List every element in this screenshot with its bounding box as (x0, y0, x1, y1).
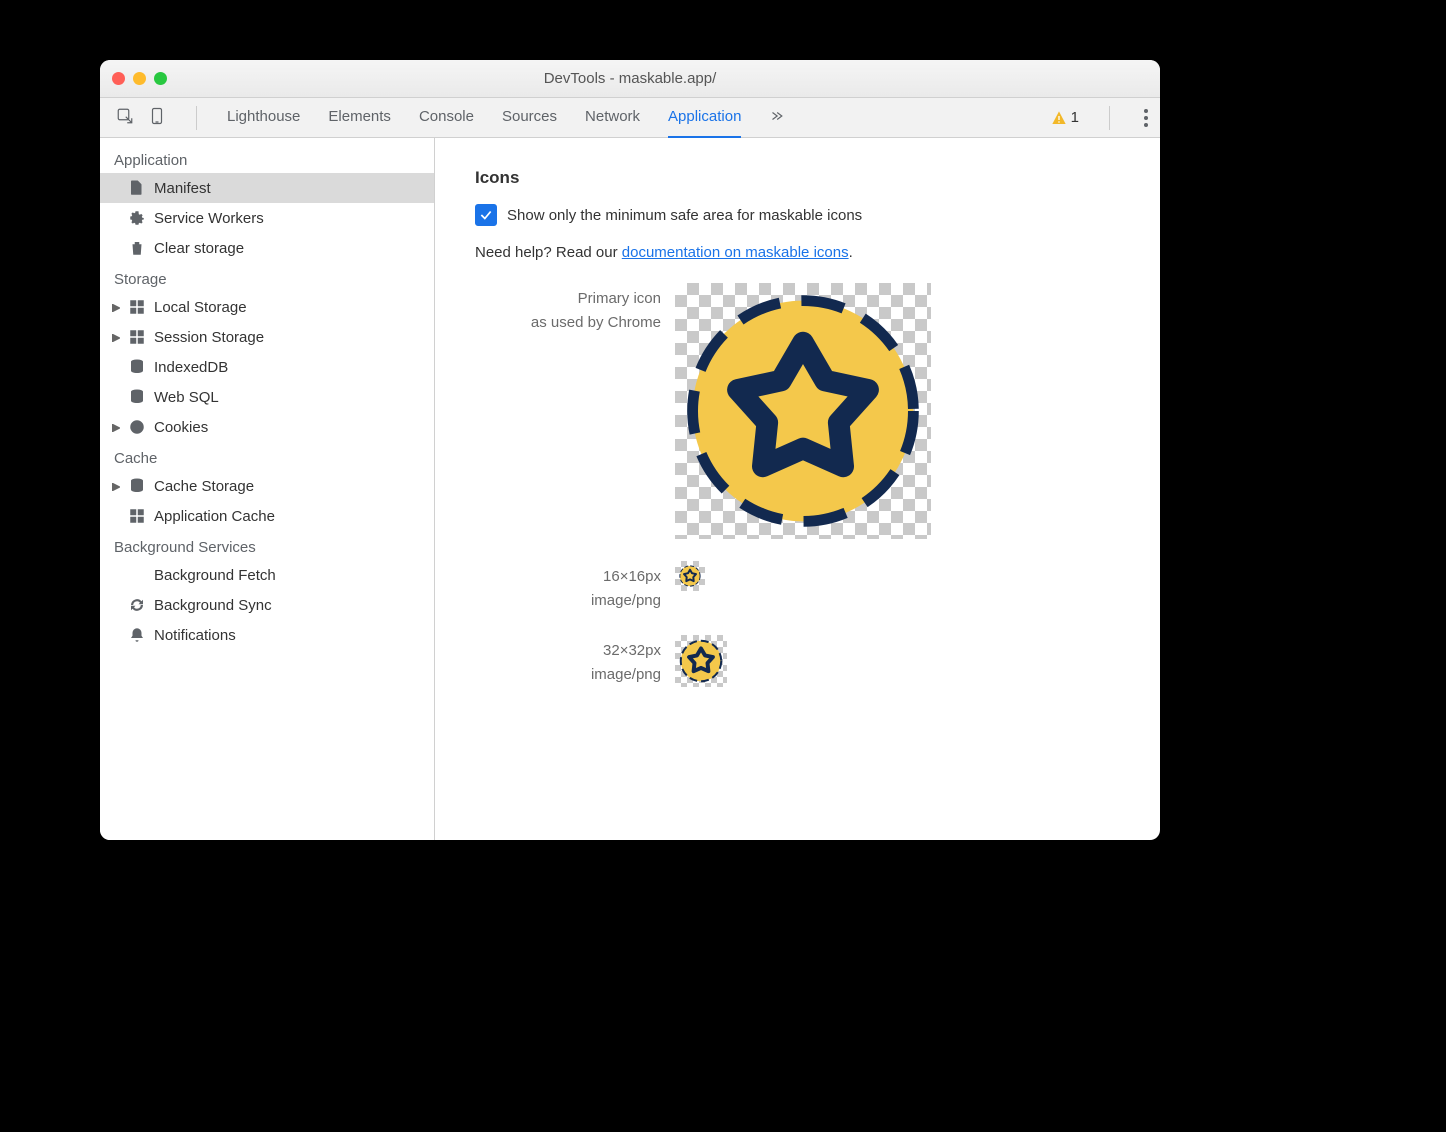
expand-arrow-icon[interactable] (112, 478, 122, 495)
sidebar-item-label: Session Storage (154, 329, 264, 346)
inspect-icon[interactable] (116, 107, 134, 129)
tabs-overflow-icon[interactable] (769, 109, 783, 127)
tab-network[interactable]: Network (585, 98, 640, 138)
sidebar-item-label: Clear storage (154, 240, 244, 257)
cookie-icon (128, 418, 146, 436)
warnings-badge[interactable]: 1 (1051, 109, 1079, 126)
safe-area-checkbox[interactable] (475, 204, 497, 226)
application-sidebar: Application Manifest Service Workers Clear … (100, 138, 435, 840)
tab-console[interactable]: Console (419, 98, 474, 138)
icon-entry: 32×32pximage/png (475, 635, 1120, 687)
window-title: DevTools - maskable.app/ (100, 70, 1160, 87)
titlebar: DevTools - maskable.app/ (100, 60, 1160, 98)
devtools-window: DevTools - maskable.app/ Lighthouse Elem… (100, 60, 1160, 840)
sidebar-item-notifications[interactable]: Notifications (100, 620, 434, 650)
device-toggle-icon[interactable] (148, 107, 166, 129)
separator (196, 106, 197, 130)
expand-arrow-icon[interactable] (112, 299, 122, 316)
tab-elements[interactable]: Elements (328, 98, 391, 138)
db-icon (128, 477, 146, 495)
section-title: Cache (100, 442, 434, 471)
icon-preview (675, 283, 931, 539)
section-heading: Icons (475, 168, 1120, 188)
devtools-tabstrip: Lighthouse Elements Console Sources Netw… (100, 98, 1160, 138)
sidebar-item-label: Cookies (154, 419, 208, 436)
icon-entry-labels: 32×32pximage/png (475, 635, 675, 687)
trash-icon (128, 239, 146, 257)
warnings-count: 1 (1071, 109, 1079, 126)
sidebar-item-label: Background Fetch (154, 567, 276, 584)
sidebar-item-local-storage[interactable]: Local Storage (100, 292, 434, 322)
db-icon (128, 388, 146, 406)
sidebar-item-background-sync[interactable]: Background Sync (100, 590, 434, 620)
db-icon (128, 358, 146, 376)
grid-icon (128, 507, 146, 525)
sidebar-item-manifest[interactable]: Manifest (100, 173, 434, 203)
sidebar-item-label: Service Workers (154, 210, 264, 227)
sidebar-item-web-sql[interactable]: Web SQL (100, 382, 434, 412)
sidebar-item-cookies[interactable]: Cookies (100, 412, 434, 442)
expand-arrow-icon[interactable] (112, 419, 122, 436)
sidebar-item-label: Web SQL (154, 389, 219, 406)
icon-entry-labels: Primary iconas used by Chrome (475, 283, 675, 335)
section-title: Storage (100, 263, 434, 292)
section-title: Background Services (100, 531, 434, 560)
sidebar-item-label: Cache Storage (154, 478, 254, 495)
sidebar-item-background-fetch[interactable]: Background Fetch (100, 560, 434, 590)
icon-entry-labels: 16×16pximage/png (475, 561, 675, 613)
safe-area-checkbox-label: Show only the minimum safe area for mask… (507, 207, 862, 224)
help-link[interactable]: documentation on maskable icons (622, 244, 849, 261)
help-text: Need help? Read our documentation on mas… (475, 244, 1120, 261)
sidebar-item-label: Local Storage (154, 299, 247, 316)
icon-preview (675, 635, 727, 687)
icon-entry: 16×16pximage/png (475, 561, 1120, 613)
manifest-panel: Icons Show only the minimum safe area fo… (435, 138, 1160, 840)
sidebar-item-label: Notifications (154, 627, 236, 644)
more-menu-icon[interactable] (1140, 105, 1152, 131)
icon-preview (675, 561, 705, 591)
section-title: Application (100, 144, 434, 173)
sidebar-item-label: IndexedDB (154, 359, 228, 376)
expand-arrow-icon[interactable] (112, 329, 122, 346)
gear-icon (128, 209, 146, 227)
sidebar-item-label: Manifest (154, 180, 211, 197)
separator (1109, 106, 1110, 130)
file-icon (128, 179, 146, 197)
sidebar-item-clear-storage[interactable]: Clear storage (100, 233, 434, 263)
sidebar-item-indexeddb[interactable]: IndexedDB (100, 352, 434, 382)
fetch-icon (128, 566, 146, 584)
tab-sources[interactable]: Sources (502, 98, 557, 138)
bell-icon (128, 626, 146, 644)
sidebar-item-label: Application Cache (154, 508, 275, 525)
sidebar-item-service-workers[interactable]: Service Workers (100, 203, 434, 233)
sidebar-item-label: Background Sync (154, 597, 272, 614)
tab-application[interactable]: Application (668, 98, 741, 138)
sidebar-item-session-storage[interactable]: Session Storage (100, 322, 434, 352)
tab-lighthouse[interactable]: Lighthouse (227, 98, 300, 138)
grid-icon (128, 298, 146, 316)
sidebar-item-application-cache[interactable]: Application Cache (100, 501, 434, 531)
grid-icon (128, 328, 146, 346)
icon-entry: Primary iconas used by Chrome (475, 283, 1120, 539)
sidebar-item-cache-storage[interactable]: Cache Storage (100, 471, 434, 501)
sync-icon (128, 596, 146, 614)
